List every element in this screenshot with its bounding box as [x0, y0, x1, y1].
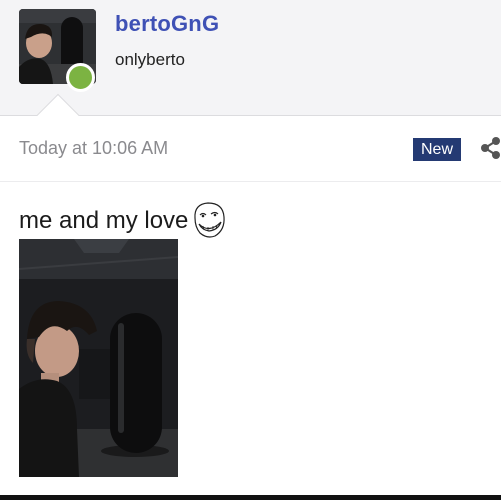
post-attachment-photo[interactable] — [19, 239, 178, 477]
author-username[interactable]: bertoGnG — [115, 11, 219, 37]
post-timestamp[interactable]: Today at 10:06 AM — [19, 138, 168, 159]
new-badge: New — [413, 138, 461, 161]
online-status-dot — [66, 63, 95, 92]
post-message-text: me and my love — [19, 207, 189, 234]
post-author-header: bertoGnG onlyberto — [0, 0, 501, 137]
trollface-emoji-icon — [191, 200, 227, 240]
author-user-title: onlyberto — [115, 50, 185, 69]
share-icon[interactable] — [480, 136, 501, 160]
bottom-edge-bar — [0, 495, 501, 500]
